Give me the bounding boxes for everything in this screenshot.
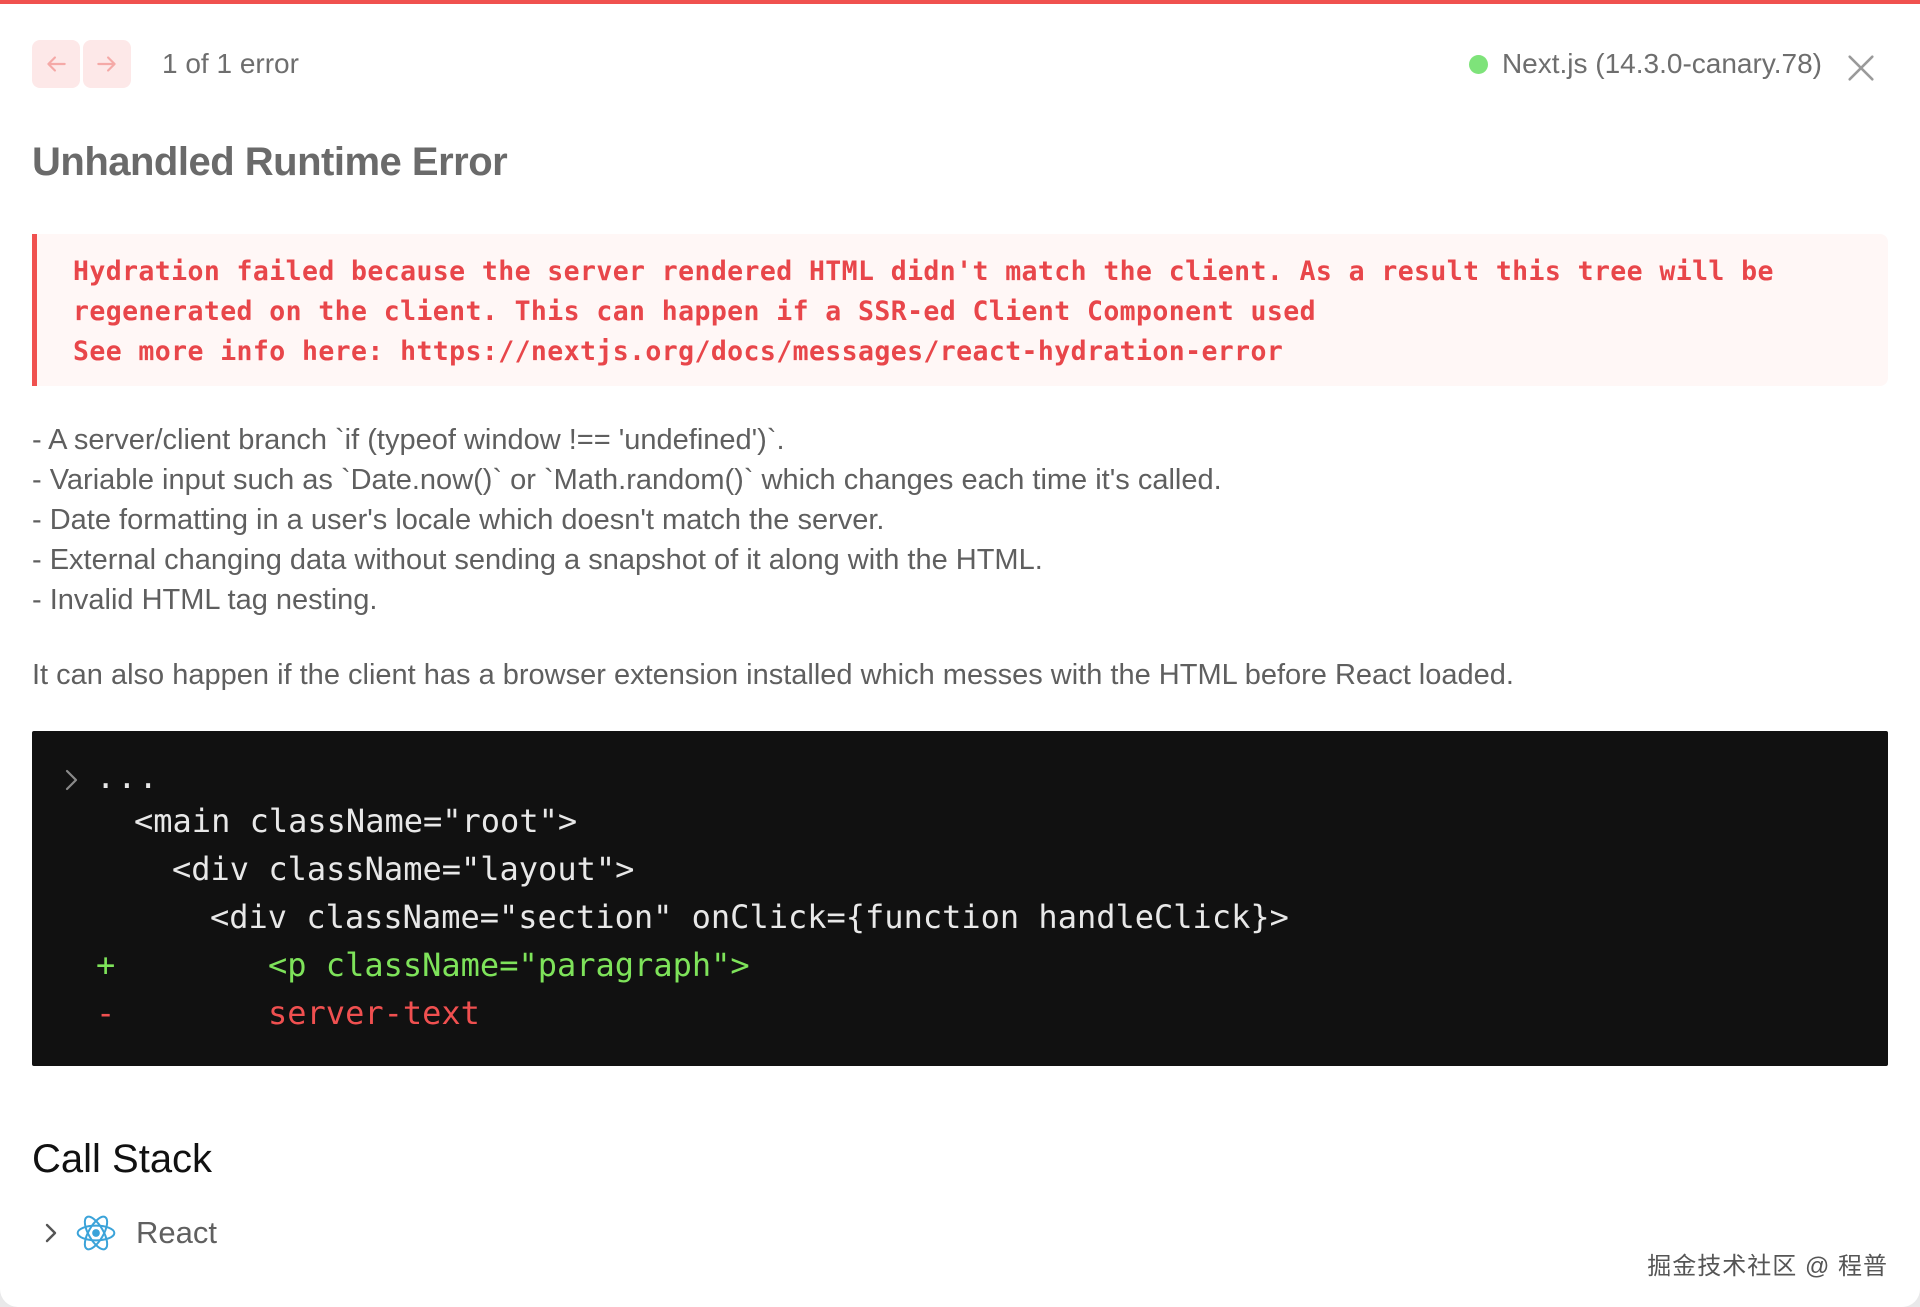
arrow-right-icon [97,56,116,72]
list-item: - Variable input such as `Date.now()` or… [32,464,1222,496]
react-icon [76,1215,116,1251]
chevron-right-icon[interactable] [62,765,82,795]
code-line: <div className="layout"> [172,850,635,888]
status-dot-icon [1468,54,1488,74]
error-message-link[interactable]: See more info here: https://nextjs.org/d… [73,332,1888,372]
error-message-line: Hydration failed because the server rend… [73,256,1774,287]
arrow-left-icon [47,56,66,72]
code-line: <main className="root"> [134,802,578,840]
causes-list: - A server/client branch `if (typeof win… [32,420,1222,620]
added-code-line: <p className="paragraph"> [268,946,750,984]
next-error-button[interactable] [83,40,131,88]
error-message-line: regenerated on the client. This can happ… [73,296,1316,327]
previous-error-button[interactable] [32,40,80,88]
error-count: 1 of 1 error [162,48,299,79]
list-item: - Invalid HTML tag nesting. [32,584,378,616]
page-title: Unhandled Runtime Error [32,140,508,184]
error-navigation [32,40,131,88]
collapsed-ellipsis[interactable]: ... [96,757,160,797]
extension-note: It can also happen if the client has a b… [32,659,1514,691]
call-stack-title: Call Stack [32,1137,213,1181]
watermark: 掘金技术社区 @ 程普 [1647,1253,1888,1280]
error-message-box: Hydration failed because the server rend… [32,234,1888,386]
list-item: - Date formatting in a user's locale whi… [32,504,885,536]
removed-marker: - [96,994,116,1032]
added-marker: + [96,946,116,984]
code-diff-frame: ... <main className="root"> <div classNa… [32,731,1888,1066]
call-stack-frame[interactable]: React [40,1211,217,1255]
list-item: - External changing data without sending… [32,544,1043,576]
close-icon[interactable] [1844,51,1878,85]
error-overlay: 1 of 1 error Next.js (14.3.0-canary.78) … [0,0,1920,1307]
code-line: <div className="section" onClick={functi… [210,898,1289,936]
chevron-right-icon[interactable] [40,1218,62,1248]
list-item: - A server/client branch `if (typeof win… [32,424,785,456]
call-stack-frame-label: React [136,1215,217,1250]
version-label: Next.js (14.3.0-canary.78) [1501,48,1822,79]
removed-code-line: server-text [268,994,480,1032]
version-badge: Next.js (14.3.0-canary.78) [1468,48,1822,80]
